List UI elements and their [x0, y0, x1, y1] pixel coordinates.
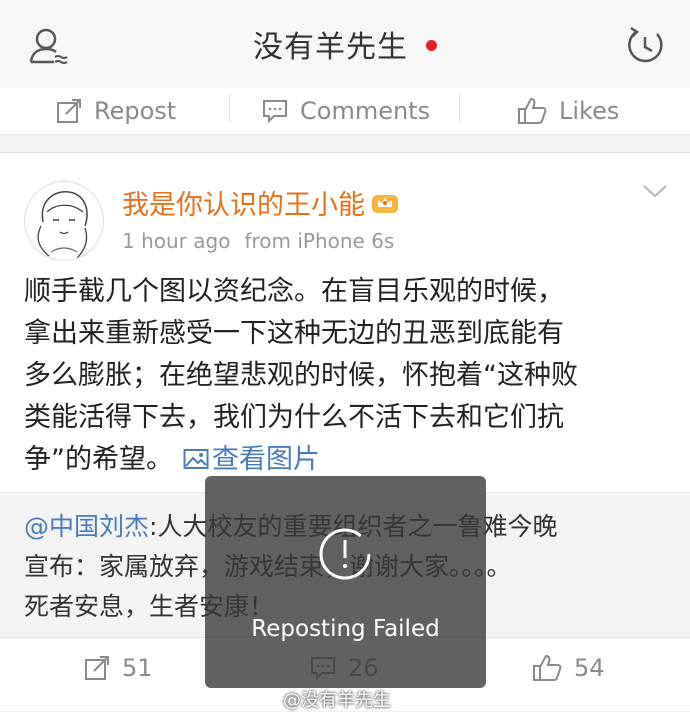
title-text: 没有羊先生	[253, 30, 408, 65]
post-body-line: 拿出来重新感受一下这种无边的丑恶到底能有	[24, 318, 564, 349]
crown-badge-icon	[371, 191, 399, 222]
comments-button[interactable]: Comments	[262, 88, 430, 134]
post-time: 1 hour ago	[122, 229, 231, 253]
chevron-down-icon[interactable]	[642, 183, 668, 203]
comments-label: Comments	[300, 97, 431, 125]
repost-button[interactable]: Repost	[56, 88, 176, 134]
view-picture-link[interactable]: 查看图片	[183, 444, 320, 475]
top-bar: 没有羊先生	[0, 0, 690, 88]
comment-icon	[263, 100, 287, 124]
like-count-button[interactable]: 54	[532, 638, 605, 698]
post-body-line: 多么膨胀；在绝望悲观的时候，怀抱着“这种败	[24, 360, 578, 391]
post-body: 顺手截几个图以资纪念。在盲目乐观的时候， 拿出来重新感受一下这种无边的丑恶到底能…	[24, 271, 674, 481]
likes-button[interactable]: Likes	[517, 88, 619, 134]
repost-count: 51	[122, 654, 153, 682]
repost-icon	[85, 656, 109, 680]
view-picture-label: 查看图片	[212, 444, 320, 475]
divider	[229, 94, 230, 122]
likes-label: Likes	[559, 97, 620, 125]
post-source: from iPhone 6s	[244, 229, 395, 253]
post-username[interactable]: 我是你认识的王小能	[122, 190, 365, 221]
page-title: 没有羊先生	[0, 22, 690, 66]
post-body-line: 争”的希望。	[24, 444, 173, 475]
mention-link[interactable]: @中国刘杰	[24, 512, 149, 541]
like-count: 54	[574, 654, 605, 682]
divider	[459, 94, 460, 122]
repost-icon	[57, 99, 81, 123]
like-icon	[533, 654, 562, 681]
repost-failed-toast: Reposting Failed	[205, 476, 486, 688]
clock-refresh-icon[interactable]	[624, 24, 666, 70]
post-username-row: 我是你认识的王小能	[122, 183, 399, 222]
post-card: 我是你认识的王小能 1 hour ago from iPhone 6s 顺手截几个…	[0, 152, 690, 493]
image-icon	[183, 449, 209, 469]
post-body-line: 顺手截几个图以资纪念。在盲目乐观的时候，	[24, 276, 564, 307]
post-body-last-line: 争”的希望。 查看图片	[24, 439, 674, 481]
spinner-icon	[319, 528, 371, 580]
avatar[interactable]	[24, 181, 104, 261]
toast-message: Reposting Failed	[251, 616, 440, 642]
notification-dot	[426, 40, 437, 51]
top-action-bar: Repost Comments Likes	[0, 88, 690, 135]
post-meta: 1 hour ago from iPhone 6s	[122, 229, 394, 253]
repost-label: Repost	[94, 97, 177, 125]
like-icon	[518, 97, 547, 124]
post-body-line: 类能活得下去，我们为什么不活下去和它们抗	[24, 402, 564, 433]
watermark: @没有羊先生	[283, 690, 391, 711]
repost-count-button[interactable]: 51	[84, 638, 153, 698]
